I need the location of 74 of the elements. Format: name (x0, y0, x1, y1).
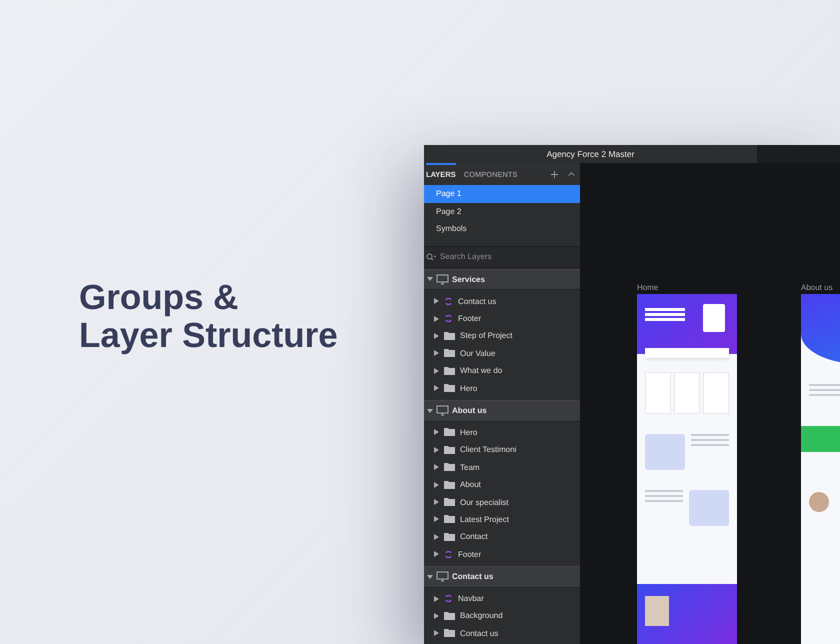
monitor-icon (436, 571, 449, 582)
disclosure-triangle-icon[interactable] (434, 332, 439, 339)
folder-icon (444, 463, 455, 472)
monitor-icon (436, 405, 449, 416)
artboard-layer[interactable]: Contact us (424, 566, 580, 588)
symbol-icon (444, 550, 453, 559)
search-field[interactable]: Search Layers (424, 246, 580, 268)
artboard-layer[interactable]: About us (424, 400, 580, 422)
page-item[interactable]: Page 2 (424, 202, 580, 220)
artboard-layer[interactable]: Services (424, 268, 580, 290)
layer-name[interactable]: Contact (460, 532, 488, 542)
layer-name[interactable]: Footer (458, 550, 482, 559)
heading-line: Layer Structure (79, 317, 339, 355)
artboard-name: Contact us (452, 572, 494, 582)
disclosure-triangle-icon[interactable] (434, 516, 439, 522)
layer-name[interactable]: About (460, 480, 481, 490)
folder-icon (444, 515, 455, 524)
folder-icon (444, 629, 455, 638)
folder-icon (444, 446, 455, 454)
layer-name[interactable]: Background (460, 611, 503, 620)
monitor-icon (436, 274, 449, 285)
disclosure-triangle-icon[interactable] (434, 350, 439, 356)
symbol-icon (444, 594, 453, 604)
folder-icon (444, 428, 455, 436)
artboard-name: Services (452, 274, 485, 284)
disclosure-triangle-icon[interactable] (434, 630, 439, 636)
add-icon[interactable] (550, 170, 559, 178)
artboard-label: Home (637, 283, 660, 292)
disclosure-triangle-icon[interactable] (434, 385, 439, 392)
layer-name[interactable]: Footer (458, 314, 482, 324)
disclosure-triangle-icon[interactable] (434, 612, 439, 619)
disclosure-triangle-icon[interactable] (427, 574, 433, 580)
layer-name[interactable]: Client Testimoni (460, 445, 516, 454)
folder-icon (444, 612, 455, 620)
page-item[interactable]: Symbols (424, 220, 580, 238)
disclosure-triangle-icon[interactable] (434, 446, 439, 453)
layer-name[interactable]: Contact us (460, 628, 498, 638)
artboard-name: About us (452, 406, 487, 416)
symbol-icon (444, 314, 453, 324)
page-item[interactable]: Page 1 (424, 185, 580, 202)
layer-name[interactable]: Step of Project (460, 331, 512, 340)
disclosure-triangle-icon[interactable] (434, 316, 439, 322)
window-title: Agency Force 2 Master (424, 145, 757, 163)
disclosure-triangle-icon[interactable] (427, 276, 433, 282)
disclosure-triangle-icon[interactable] (427, 408, 433, 414)
artboard-label: About us (801, 283, 834, 292)
folder-icon (444, 332, 455, 340)
disclosure-triangle-icon[interactable] (434, 596, 439, 602)
disclosure-triangle-icon[interactable] (434, 499, 439, 505)
layer-name[interactable]: Our Value (460, 348, 496, 358)
folder-icon (444, 498, 455, 506)
heading-line: Groups & (79, 279, 240, 317)
layer-name[interactable]: Our specialist (460, 498, 508, 506)
symbol-icon (444, 296, 453, 306)
folder-icon (444, 532, 455, 541)
disclosure-triangle-icon[interactable] (434, 298, 439, 304)
folder-icon (444, 384, 455, 392)
disclosure-triangle-icon[interactable] (434, 482, 439, 488)
folder-icon (444, 366, 455, 375)
disclosure-triangle-icon[interactable] (434, 429, 439, 436)
disclosure-triangle-icon[interactable] (434, 551, 439, 558)
layer-name[interactable]: Navbar (458, 594, 484, 604)
collapse-icon[interactable] (567, 170, 576, 178)
folder-icon (444, 349, 455, 358)
layer-name[interactable]: Hero (460, 384, 478, 393)
disclosure-triangle-icon[interactable] (434, 368, 439, 374)
layer-name[interactable]: Hero (460, 428, 478, 437)
layer-name[interactable]: Team (460, 462, 480, 472)
disclosure-triangle-icon[interactable] (434, 534, 439, 540)
layer-name[interactable]: Contact us (458, 296, 496, 306)
layer-name[interactable]: What we do (460, 366, 502, 376)
disclosure-triangle-icon[interactable] (434, 464, 439, 470)
folder-icon (444, 480, 455, 489)
layer-name[interactable]: Latest Project (460, 514, 509, 524)
